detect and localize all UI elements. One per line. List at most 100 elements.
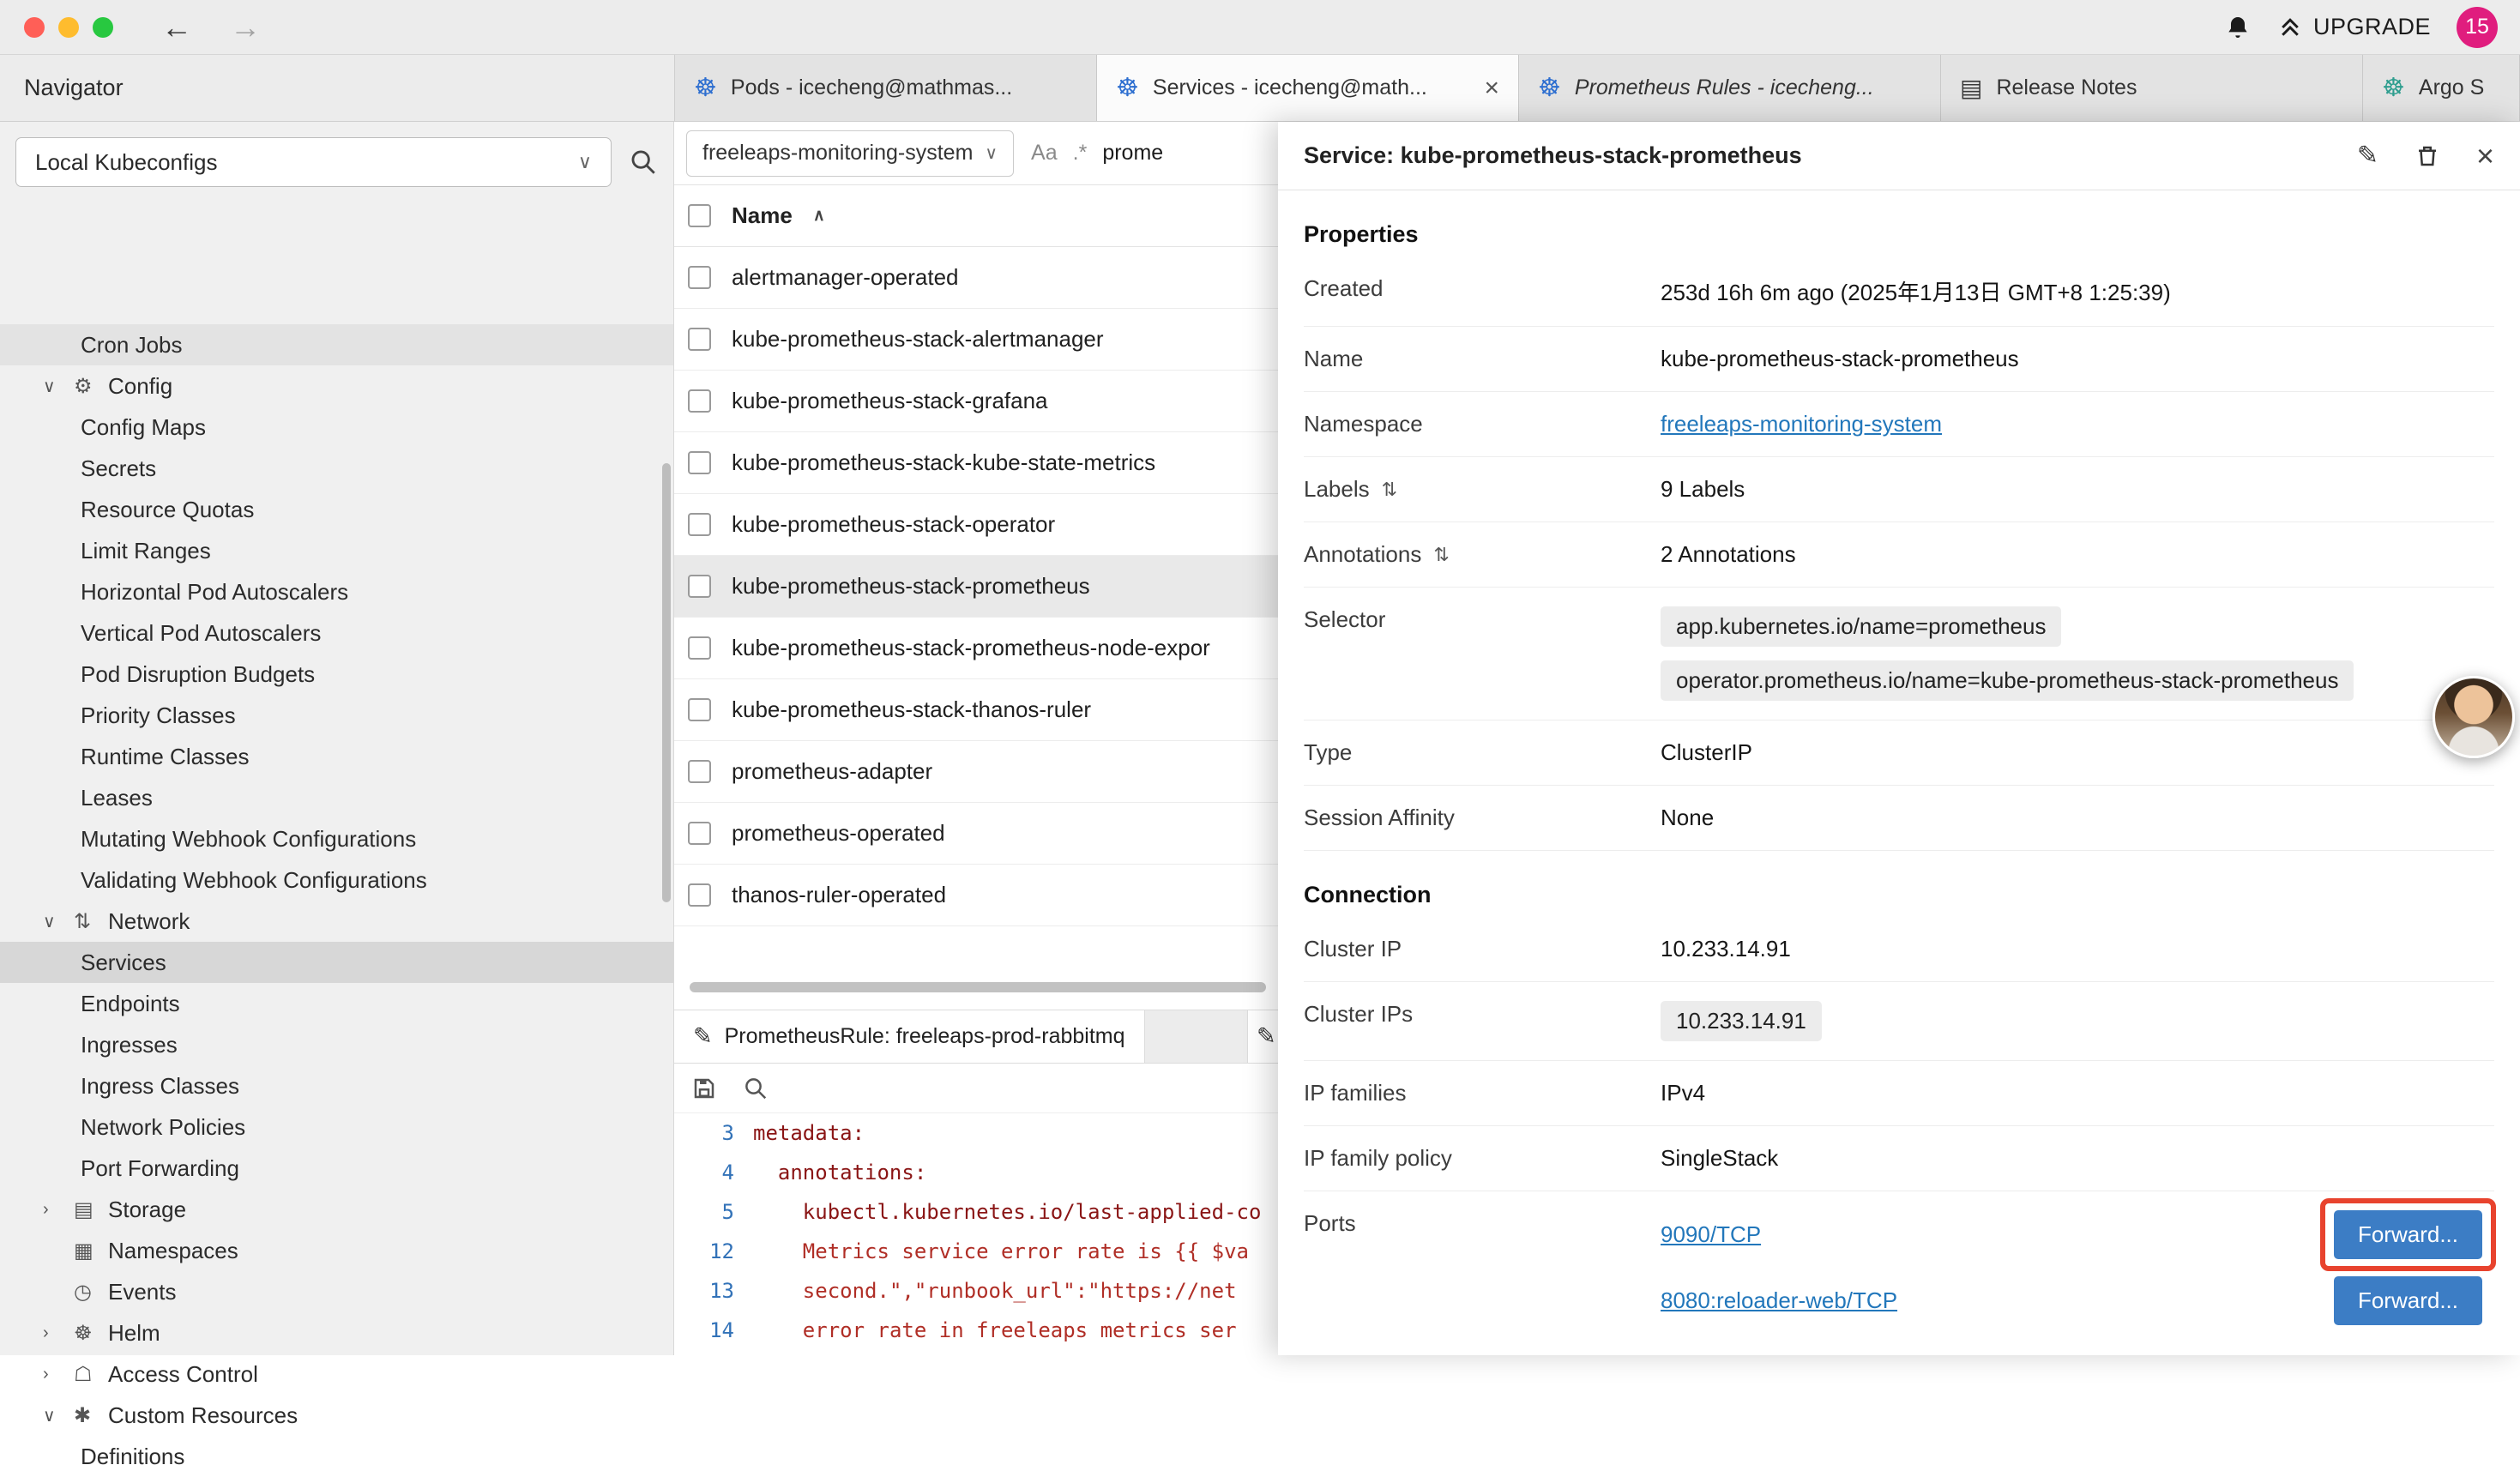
close-panel-icon[interactable]: × (2476, 138, 2494, 174)
sidebar-item-definitions[interactable]: Definitions (0, 1436, 673, 1477)
yaml-editor[interactable]: 3metadata: 4annotations: 5kubectl.kubern… (674, 1113, 1278, 1350)
sidebar-item-config-maps[interactable]: Config Maps (0, 407, 673, 448)
row-checkbox[interactable] (688, 389, 711, 413)
notification-count-badge[interactable]: 15 (2457, 7, 2498, 48)
sidebar-search-icon[interactable] (629, 148, 658, 177)
sidebar-item-storage[interactable]: ›▤Storage (0, 1189, 673, 1230)
notifications-bell-icon[interactable] (2224, 14, 2252, 41)
table-row[interactable]: prometheus-operated (674, 803, 1278, 865)
delete-resource-icon[interactable] (2414, 143, 2440, 169)
row-checkbox[interactable] (688, 760, 711, 783)
close-tab-icon[interactable]: × (1484, 74, 1499, 103)
sidebar-item-endpoints[interactable]: Endpoints (0, 983, 673, 1024)
history-back-button[interactable]: ← (161, 9, 192, 45)
table-row[interactable]: kube-prometheus-stack-operator (674, 494, 1278, 556)
namespace-filter-select[interactable]: freeleaps-monitoring-system ∨ (686, 130, 1014, 177)
cluster-ip-badge: 10.233.14.91 (1661, 1001, 1822, 1041)
row-checkbox[interactable] (688, 328, 711, 351)
row-checkbox[interactable] (688, 883, 711, 907)
minimize-window-button[interactable] (58, 17, 79, 38)
forward-port-button[interactable]: Forward... (2334, 1210, 2482, 1259)
sidebar-item-ingresses[interactable]: Ingresses (0, 1024, 673, 1065)
row-checkbox[interactable] (688, 513, 711, 536)
row-checkbox[interactable] (688, 451, 711, 474)
sidebar-item-secrets[interactable]: Secrets (0, 448, 673, 489)
sidebar-item-runtime-classes[interactable]: Runtime Classes (0, 736, 673, 777)
regex-toggle[interactable]: .* (1073, 141, 1088, 166)
sidebar-item-config[interactable]: ∨⚙Config (0, 365, 673, 407)
row-checkbox[interactable] (688, 698, 711, 721)
expand-annotations-icon[interactable]: ⇅ (1433, 544, 1449, 566)
tab-argo[interactable]: ☸ Argo S (2363, 55, 2520, 121)
close-window-button[interactable] (24, 17, 45, 38)
sidebar-item-custom-resources[interactable]: ∨✱Custom Resources (0, 1395, 673, 1436)
history-forward-button[interactable]: → (230, 9, 261, 45)
service-name: kube-prometheus-stack-alertmanager (732, 326, 1104, 353)
service-name: prometheus-adapter (732, 758, 932, 785)
selector-badge: app.kubernetes.io/name=prometheus (1661, 606, 2061, 647)
table-row[interactable]: kube-prometheus-stack-prometheus-node-ex… (674, 618, 1278, 679)
sidebar-item-port-forwarding[interactable]: Port Forwarding (0, 1148, 673, 1189)
tab-services[interactable]: ☸ Services - icecheng@math... × (1097, 55, 1519, 121)
kubeconfig-selector[interactable]: Local Kubeconfigs ∨ (15, 137, 612, 187)
port-link-8080-reloader-web[interactable]: 8080:reloader-web/TCP (1661, 1287, 1897, 1314)
sidebar-item-access-control[interactable]: ›☖Access Control (0, 1353, 673, 1395)
edit-resource-icon[interactable]: ✎ (2357, 141, 2378, 171)
sidebar-item-priority-classes[interactable]: Priority Classes (0, 695, 673, 736)
dock-tab-partial[interactable]: ✎ (1247, 1010, 1278, 1063)
sidebar-item-network-policies[interactable]: Network Policies (0, 1106, 673, 1148)
sidebar-item-network[interactable]: ∨⇅Network (0, 901, 673, 942)
row-checkbox[interactable] (688, 266, 711, 289)
sidebar-item-validating-webhook-configurations[interactable]: Validating Webhook Configurations (0, 859, 673, 901)
table-row[interactable]: thanos-ruler-operated (674, 865, 1278, 926)
save-icon[interactable] (691, 1076, 717, 1101)
sidebar-item-horizontal-pod-autoscalers[interactable]: Horizontal Pod Autoscalers (0, 571, 673, 612)
editor-search-icon[interactable] (743, 1076, 769, 1101)
row-checkbox[interactable] (688, 636, 711, 660)
sidebar-item-pod-disruption-budgets[interactable]: Pod Disruption Budgets (0, 654, 673, 695)
field-label: IP family policy (1304, 1145, 1452, 1172)
table-row[interactable]: kube-prometheus-stack-kube-state-metrics (674, 432, 1278, 494)
upgrade-button[interactable]: UPGRADE (2277, 14, 2431, 40)
match-case-toggle[interactable]: Aa (1031, 141, 1058, 166)
row-checkbox[interactable] (688, 575, 711, 598)
table-row[interactable]: prometheus-adapter (674, 741, 1278, 803)
tab-release-notes[interactable]: ▤ Release Notes (1941, 55, 2363, 121)
sidebar-item-cron-jobs[interactable]: Cron Jobs (0, 324, 673, 365)
floating-avatar[interactable] (2433, 676, 2515, 758)
tab-pods[interactable]: ☸ Pods - icecheng@mathmas... (675, 55, 1097, 121)
sidebar-item-events[interactable]: ◷Events (0, 1271, 673, 1312)
row-checkbox[interactable] (688, 822, 711, 845)
tab-prometheus-rules[interactable]: ☸ Prometheus Rules - icecheng... (1519, 55, 1941, 121)
sidebar-item-mutating-webhook-configurations[interactable]: Mutating Webhook Configurations (0, 818, 673, 859)
table-row[interactable]: kube-prometheus-stack-grafana (674, 371, 1278, 432)
table-row[interactable]: kube-prometheus-stack-alertmanager (674, 309, 1278, 371)
table-row[interactable]: alertmanager-operated (674, 247, 1278, 309)
table-row[interactable]: kube-prometheus-stack-thanos-ruler (674, 679, 1278, 741)
sidebar-item-leases[interactable]: Leases (0, 777, 673, 818)
forward-port-button[interactable]: Forward... (2334, 1276, 2482, 1325)
sidebar-item-limit-ranges[interactable]: Limit Ranges (0, 530, 673, 571)
table-row-selected[interactable]: kube-prometheus-stack-prometheus (674, 556, 1278, 618)
kubernetes-icon: ☸ (2382, 73, 2405, 103)
expand-labels-icon[interactable]: ⇅ (1382, 479, 1397, 501)
list-search-input[interactable]: Aa .* prome (1031, 141, 1266, 166)
sidebar-item-vertical-pod-autoscalers[interactable]: Vertical Pod Autoscalers (0, 612, 673, 654)
namespace-link[interactable]: freeleaps-monitoring-system (1661, 411, 1942, 437)
name-column-header[interactable]: Name (732, 202, 793, 229)
tab-title: Prometheus Rules - icecheng... (1575, 75, 1921, 100)
chevron-down-icon: ∨ (578, 151, 592, 173)
port-link-9090[interactable]: 9090/TCP (1661, 1221, 1761, 1248)
sidebar-item-ingress-classes[interactable]: Ingress Classes (0, 1065, 673, 1106)
sort-ascending-icon[interactable]: ∧ (813, 206, 825, 226)
select-all-checkbox[interactable] (688, 204, 711, 227)
sidebar-item-services[interactable]: Services (0, 942, 673, 983)
sidebar-item-namespaces[interactable]: ▦Namespaces (0, 1230, 673, 1271)
horizontal-scrollbar[interactable] (690, 982, 1266, 992)
maximize-window-button[interactable] (93, 17, 113, 38)
sidebar-scrollbar[interactable] (662, 463, 671, 902)
sidebar-item-resource-quotas[interactable]: Resource Quotas (0, 489, 673, 530)
line-number: 13 (674, 1271, 753, 1311)
sidebar-item-helm[interactable]: ›☸Helm (0, 1312, 673, 1353)
dock-tab-prometheusrule[interactable]: ✎ PrometheusRule: freeleaps-prod-rabbitm… (674, 1010, 1145, 1063)
